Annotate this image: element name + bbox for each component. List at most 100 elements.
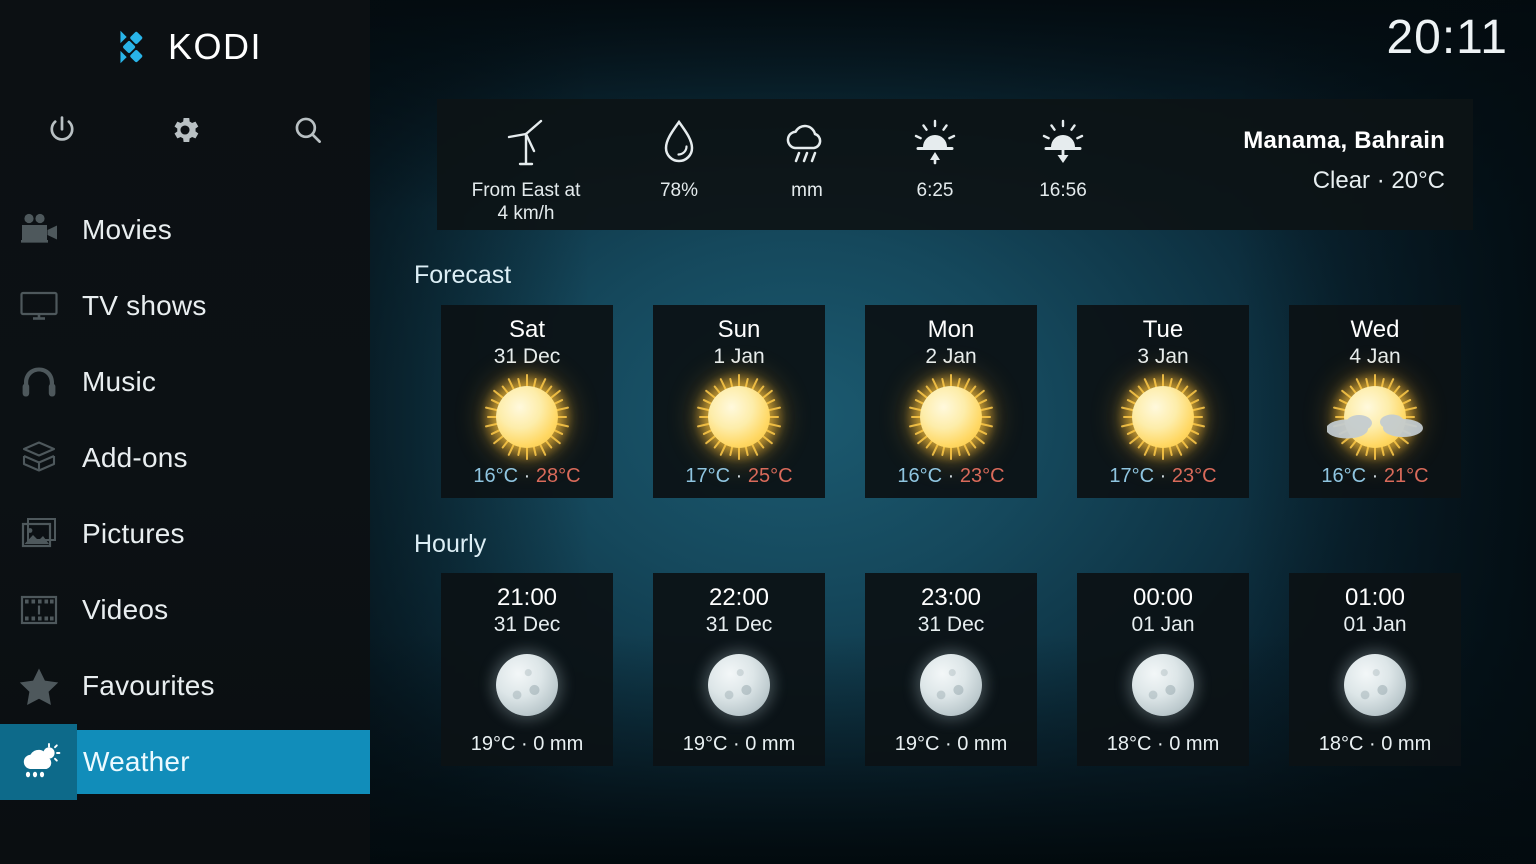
- moon-icon: [653, 639, 825, 731]
- temp-low: 16°C: [897, 465, 943, 487]
- cloud-sun-rain-icon: [0, 724, 77, 800]
- temp-high: 25°C: [747, 465, 793, 487]
- brand: KODI: [0, 16, 370, 78]
- forecast-card-list: Sat 31 Dec 16°C · 28°C Sun 1 Jan 17°C · 25°C M…: [441, 305, 1461, 498]
- hourly-readout: 19°C · 0 mm: [682, 733, 796, 755]
- forecast-day: Wed: [1350, 316, 1400, 343]
- forecast-date: 1 Jan: [713, 344, 765, 368]
- hourly-time: 22:00: [708, 584, 770, 611]
- hourly-time: 21:00: [496, 584, 558, 611]
- hourly-date: 31 Dec: [493, 612, 561, 636]
- headphones-icon: [0, 344, 77, 420]
- current-condition: Clear · 20°C: [1312, 167, 1445, 194]
- forecast-day: Tue: [1142, 316, 1184, 343]
- hourly-card[interactable]: 00:00 01 Jan 18°C · 0 mm: [1077, 573, 1249, 766]
- hourly-section-title: Hourly: [414, 530, 487, 558]
- sunrise-icon: [909, 113, 961, 173]
- hourly-card[interactable]: 21:00 31 Dec 19°C · 0 mm: [441, 573, 613, 766]
- power-icon: [50, 116, 74, 141]
- cloud-overlay-icon: [1327, 414, 1423, 439]
- hourly-card[interactable]: 23:00 31 Dec 19°C · 0 mm: [865, 573, 1037, 766]
- sidebar-item-add-ons[interactable]: Add-ons: [0, 420, 370, 496]
- rain-cloud-icon: [779, 113, 835, 173]
- sidebar-item-label: Pictures: [82, 518, 185, 549]
- current-conditions-bar: From East at 4 km/h 78% mm 6:25 16:56 Ma…: [437, 99, 1473, 230]
- hourly-date: 31 Dec: [917, 612, 985, 636]
- temp-low: 16°C: [1321, 465, 1367, 487]
- location-block: Manama, Bahrain Clear · 20°C: [1243, 99, 1473, 195]
- sidebar-item-tv-shows[interactable]: TV shows: [0, 268, 370, 344]
- forecast-card[interactable]: Sat 31 Dec 16°C · 28°C: [441, 305, 613, 498]
- sun-icon: [653, 371, 825, 463]
- sidebar-item-label: Favourites: [82, 670, 215, 701]
- hourly-readout: 18°C · 0 mm: [1106, 733, 1220, 755]
- movie-camera-icon: [0, 192, 77, 268]
- temp-high: 21°C: [1383, 465, 1429, 487]
- temp-separator: ·: [1154, 465, 1172, 487]
- sidebar-item-music[interactable]: Music: [0, 344, 370, 420]
- temp-separator: ·: [942, 465, 960, 487]
- settings-button[interactable]: [123, 113, 246, 147]
- star-icon: [0, 648, 77, 724]
- package-box-icon: [0, 420, 77, 496]
- temp-separator: ·: [730, 465, 748, 487]
- wind-cell: From East at 4 km/h: [437, 99, 615, 225]
- sun-icon: [1077, 371, 1249, 463]
- sidebar-item-label: Music: [82, 366, 157, 397]
- sidebar: KODI Movies TV shows Music Add-ons Pictu…: [0, 0, 370, 864]
- wind-turbine-icon: [503, 113, 549, 173]
- sidebar-item-pictures[interactable]: Pictures: [0, 496, 370, 572]
- forecast-section-title: Forecast: [414, 261, 512, 289]
- sidebar-item-label: Add-ons: [82, 442, 188, 473]
- forecast-day: Sat: [508, 316, 546, 343]
- forecast-date: 31 Dec: [493, 344, 561, 368]
- hourly-time: 00:00: [1132, 584, 1194, 611]
- hourly-date: 01 Jan: [1131, 612, 1195, 636]
- temp-high: 23°C: [1171, 465, 1217, 487]
- temp-separator: ·: [1366, 465, 1384, 487]
- sidebar-item-favourites[interactable]: Favourites: [0, 648, 370, 724]
- sidebar-item-weather[interactable]: Weather: [0, 724, 370, 800]
- hourly-readout: 18°C · 0 mm: [1318, 733, 1432, 755]
- temp-low: 17°C: [685, 465, 731, 487]
- sidebar-item-label: Movies: [82, 214, 172, 245]
- forecast-card[interactable]: Sun 1 Jan 17°C · 25°C: [653, 305, 825, 498]
- sunset-value: 16:56: [1039, 180, 1087, 201]
- water-drop-icon: [659, 113, 699, 173]
- forecast-temperatures: 16°C · 28°C: [441, 465, 613, 488]
- forecast-card[interactable]: Tue 3 Jan 17°C · 23°C: [1077, 305, 1249, 498]
- search-button[interactable]: [247, 113, 370, 147]
- temp-high: 23°C: [959, 465, 1005, 487]
- sunset-cell: 16:56: [999, 99, 1127, 202]
- hourly-time: 01:00: [1344, 584, 1406, 611]
- hourly-readout: 19°C · 0 mm: [894, 733, 1008, 755]
- forecast-card[interactable]: Mon 2 Jan 16°C · 23°C: [865, 305, 1037, 498]
- sidebar-item-label: Weather: [83, 746, 190, 777]
- forecast-day: Sun: [717, 316, 761, 343]
- sunset-icon: [1037, 113, 1089, 173]
- power-button[interactable]: [0, 113, 123, 147]
- humidity-cell: 78%: [615, 99, 743, 202]
- hourly-date: 31 Dec: [705, 612, 773, 636]
- hourly-card[interactable]: 22:00 31 Dec 19°C · 0 mm: [653, 573, 825, 766]
- hourly-date: 01 Jan: [1343, 612, 1407, 636]
- forecast-card[interactable]: Wed 4 Jan 16°C · 21°C: [1289, 305, 1461, 498]
- temp-separator: ·: [518, 465, 536, 487]
- clock: 20:11: [1386, 11, 1508, 64]
- forecast-temperatures: 16°C · 21°C: [1289, 465, 1461, 488]
- forecast-day: Mon: [927, 316, 975, 343]
- brand-name: KODI: [167, 26, 262, 67]
- moon-icon: [865, 639, 1037, 731]
- sidebar-item-label: TV shows: [82, 290, 207, 321]
- sidebar-item-videos[interactable]: Videos: [0, 572, 370, 648]
- temp-high: 28°C: [535, 465, 581, 487]
- sunrise-value: 6:25: [916, 180, 954, 201]
- forecast-temperatures: 16°C · 23°C: [865, 465, 1037, 488]
- hourly-card[interactable]: 01:00 01 Jan 18°C · 0 mm: [1289, 573, 1461, 766]
- moon-icon: [1289, 639, 1461, 731]
- hourly-readout: 19°C · 0 mm: [470, 733, 584, 755]
- sidebar-item-movies[interactable]: Movies: [0, 192, 370, 268]
- film-strip-icon: [0, 572, 77, 648]
- temp-low: 17°C: [1109, 465, 1155, 487]
- humidity-value: 78%: [659, 180, 699, 201]
